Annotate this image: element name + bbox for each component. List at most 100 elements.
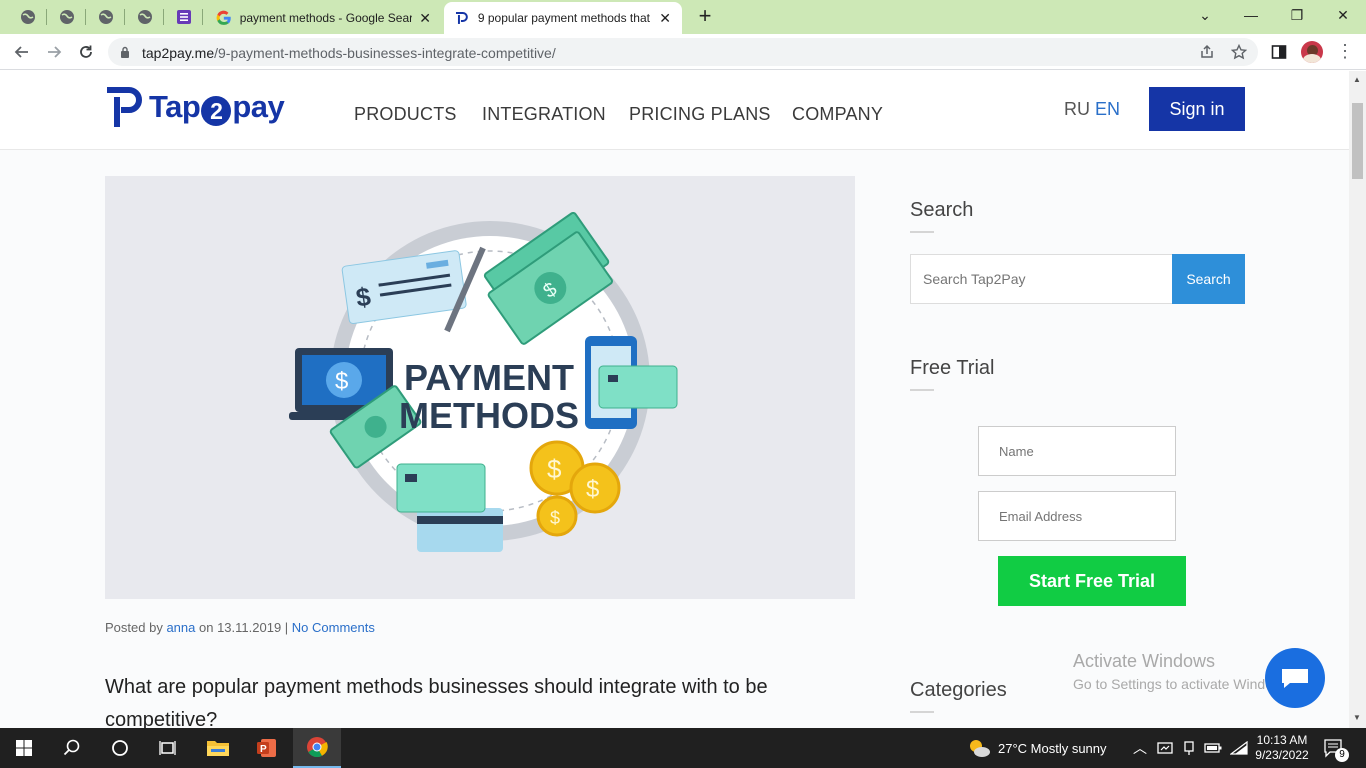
cortana-icon[interactable]: [96, 728, 144, 768]
start-free-trial-button[interactable]: Start Free Trial: [998, 556, 1186, 606]
tap2pay-favicon-icon: [455, 12, 468, 24]
scroll-down-icon[interactable]: ▼: [1353, 713, 1361, 722]
minimize-button[interactable]: —: [1228, 0, 1274, 30]
tap2pay-logo-mark-icon: [107, 87, 142, 127]
email-field[interactable]: [978, 491, 1176, 541]
weather-text: 27°C Mostly sunny: [998, 740, 1107, 756]
heading-underline: [910, 231, 934, 233]
free-trial-heading: Free Trial: [910, 357, 995, 379]
activate-windows-watermark: Activate Windows Go to Settings to activ…: [1073, 651, 1294, 692]
nav-products[interactable]: PRODUCTS: [354, 104, 457, 125]
hero-image-payment-methods: $ $ $ PAYMENT METHODS $ $ $: [105, 176, 855, 599]
heading-underline: [910, 711, 934, 713]
close-window-button[interactable]: ✕: [1320, 0, 1366, 30]
author-link[interactable]: anna: [166, 620, 195, 635]
nav-pricing-plans[interactable]: PRICING PLANS: [629, 104, 771, 125]
notification-count-badge: 9: [1335, 748, 1349, 762]
lang-ru-link[interactable]: RU: [1064, 99, 1090, 120]
watermark-line2: Go to Settings to activate Windows.: [1073, 676, 1294, 692]
svg-text:P: P: [260, 744, 267, 755]
tab-title: payment methods - Google Search: [239, 11, 413, 25]
close-tab-icon[interactable]: ✕: [418, 10, 432, 27]
svg-text:$: $: [586, 476, 599, 503]
lock-icon[interactable]: [120, 46, 130, 58]
scroll-up-icon[interactable]: ▲: [1353, 75, 1361, 84]
lang-en-link[interactable]: EN: [1095, 99, 1120, 120]
sign-in-button[interactable]: Sign in: [1149, 87, 1245, 131]
search-button[interactable]: Search: [1172, 254, 1245, 304]
watermark-line1: Activate Windows: [1073, 651, 1216, 671]
weather-sun-cloud-icon: [970, 740, 990, 757]
restore-button[interactable]: ❐: [1274, 0, 1320, 30]
tap2pay-logo[interactable]: Tap 2 pay: [105, 85, 285, 131]
search-icon[interactable]: [48, 728, 96, 768]
tab-tap2pay-article[interactable]: 9 popular payment methods that businesse…: [444, 2, 682, 34]
pinned-tab-globe-icon[interactable]: [17, 6, 39, 28]
windows-taskbar: P 27°C Mostly sunny ︿ 10:13 AM 9/23/2022…: [0, 728, 1366, 768]
search-heading: Search: [910, 199, 974, 221]
google-icon: [216, 10, 231, 25]
pinned-tab-globe-icon[interactable]: [56, 6, 78, 28]
svg-text:$: $: [550, 508, 560, 528]
powerpoint-icon[interactable]: P: [243, 728, 291, 768]
battery-icon[interactable]: [1204, 728, 1222, 768]
chat-widget-button[interactable]: [1265, 648, 1325, 708]
svg-text:$: $: [335, 368, 348, 395]
notifications-icon[interactable]: 9: [1323, 728, 1349, 768]
pinned-tab-globe-icon[interactable]: [134, 6, 156, 28]
usb-device-icon[interactable]: [1182, 728, 1196, 768]
name-field[interactable]: [978, 426, 1176, 476]
browser-menu-kebab-icon[interactable]: ⋮: [1335, 41, 1355, 63]
chat-bubble-icon: [1282, 669, 1308, 688]
tray-app-icon[interactable]: [1157, 728, 1173, 768]
clock-date: 9/23/2022: [1255, 748, 1309, 762]
profile-avatar[interactable]: [1301, 41, 1323, 63]
nav-integration[interactable]: INTEGRATION: [482, 104, 606, 125]
heading-underline: [910, 389, 934, 391]
nav-company[interactable]: COMPANY: [792, 104, 883, 125]
share-icon[interactable]: [1199, 44, 1215, 60]
post-date: on 13.11.2019 |: [199, 620, 289, 635]
clock-time: 10:13 AM: [1256, 733, 1308, 747]
tab-google-search[interactable]: payment methods - Google Search ✕: [206, 2, 442, 34]
post-meta: Posted by anna on 13.11.2019 | No Commen…: [105, 620, 375, 635]
new-tab-button[interactable]: +: [694, 5, 716, 27]
back-arrow-icon[interactable]: [10, 40, 34, 64]
hero-title-line1: PAYMENT: [404, 357, 574, 398]
hero-title-line2: METHODS: [399, 395, 579, 436]
weather-widget[interactable]: 27°C Mostly sunny: [967, 728, 1107, 768]
close-tab-icon[interactable]: ✕: [658, 10, 672, 27]
logo-text: pay: [232, 89, 285, 124]
logo-text: Tap: [149, 89, 201, 124]
windows-start-icon[interactable]: [0, 728, 48, 768]
article-intro-question: What are popular payment methods busines…: [105, 676, 768, 728]
chrome-taskbar-icon[interactable]: [293, 728, 341, 768]
comments-link[interactable]: No Comments: [292, 620, 375, 635]
search-input[interactable]: [910, 254, 1173, 304]
logo-two-badge: 2: [201, 96, 232, 126]
posted-by-label: Posted by: [105, 620, 163, 635]
page-scrollbar[interactable]: ▲ ▼: [1349, 71, 1366, 728]
bookmark-star-icon[interactable]: [1231, 44, 1247, 60]
wifi-icon[interactable]: [1230, 728, 1248, 768]
svg-text:$: $: [547, 454, 562, 484]
categories-heading: Categories: [910, 679, 1007, 701]
browser-toolbar: tap2pay.me/9-payment-methods-businesses-…: [0, 34, 1366, 70]
forward-arrow-icon[interactable]: [42, 40, 66, 64]
pinned-tab-forms-icon[interactable]: [173, 6, 195, 28]
tab-search-dropdown-icon[interactable]: ⌄: [1182, 0, 1228, 30]
show-hidden-icons-chevron-icon[interactable]: ︿: [1133, 728, 1147, 768]
system-clock[interactable]: 10:13 AM 9/23/2022: [1252, 728, 1312, 768]
reload-icon[interactable]: [74, 40, 98, 64]
web-page: Tap 2 pay PRODUCTS INTEGRATION PRICING PLA…: [0, 71, 1349, 728]
tab-strip: payment methods - Google Search ✕ 9 popu…: [0, 0, 1366, 34]
pinned-tab-globe-icon[interactable]: [95, 6, 117, 28]
tab-title: 9 popular payment methods that businesse…: [477, 11, 652, 25]
side-panel-icon[interactable]: [1271, 44, 1287, 60]
address-bar[interactable]: tap2pay.me/9-payment-methods-businesses-…: [108, 38, 1258, 66]
site-header: Tap 2 pay PRODUCTS INTEGRATION PRICING PLA…: [0, 71, 1349, 150]
task-view-icon[interactable]: [144, 728, 192, 768]
url-text: tap2pay.me/9-payment-methods-businesses-…: [142, 45, 556, 61]
scrollbar-thumb[interactable]: [1352, 103, 1363, 179]
file-explorer-icon[interactable]: [194, 728, 242, 768]
